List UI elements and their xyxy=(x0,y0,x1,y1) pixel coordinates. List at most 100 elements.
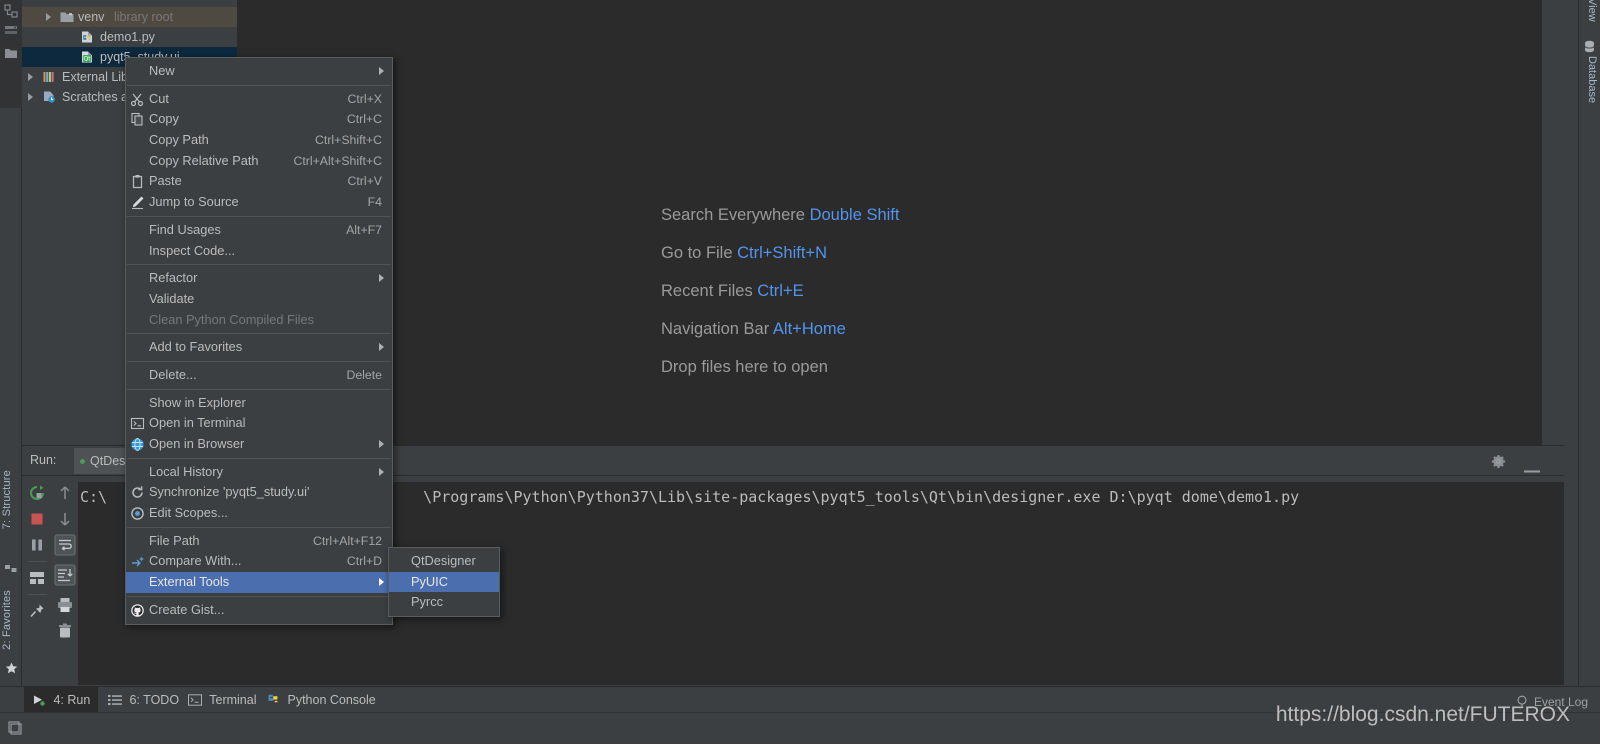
soft-wrap-button[interactable] xyxy=(52,532,79,562)
menu-item-show-in-explorer[interactable]: Show in Explorer xyxy=(126,393,392,414)
menu-item-external-tools[interactable]: External Tools xyxy=(126,572,392,593)
pause-button[interactable] xyxy=(24,532,51,558)
menu-item-jump-to-source[interactable]: Jump to Source F4 xyxy=(126,192,392,213)
next-occurrence-button[interactable] xyxy=(52,506,79,532)
python-icon xyxy=(266,689,280,703)
print-button[interactable] xyxy=(52,592,79,618)
menu-item-open-in-terminal[interactable]: Open in Terminal xyxy=(126,413,392,434)
menu-item-refactor[interactable]: Refactor xyxy=(126,268,392,289)
menu-item-label: New xyxy=(149,63,175,78)
chevron-right-icon[interactable] xyxy=(28,93,33,101)
menu-item-shortcut: Alt+F7 xyxy=(346,222,382,237)
tip-action-label: Recent Files xyxy=(661,282,753,300)
menu-item-add-to-favorites[interactable]: Add to Favorites xyxy=(126,337,392,358)
menu-item-local-history[interactable]: Local History xyxy=(126,462,392,483)
chevron-right-icon[interactable] xyxy=(46,13,51,21)
menu-item-label: Synchronize 'pyqt5_study.ui' xyxy=(149,484,310,500)
menu-item-open-in-browser[interactable]: Open in Browser xyxy=(126,434,392,455)
menu-item-shortcut: Ctrl+V xyxy=(347,174,382,189)
sidebar-item-view[interactable]: View xyxy=(1586,0,1598,22)
sidebar-item-structure[interactable]: 7: Structure xyxy=(1,470,13,529)
menu-item-label: Find Usages xyxy=(149,221,221,237)
folder-icon xyxy=(60,10,74,24)
menu-item-delete[interactable]: Delete... Delete xyxy=(126,365,392,386)
menu-item-shortcut: Ctrl+Alt+F12 xyxy=(312,533,382,548)
module-icon[interactable] xyxy=(4,24,18,38)
menu-item-synchronize[interactable]: Synchronize 'pyqt5_study.ui' xyxy=(126,482,392,503)
rerun-button[interactable] xyxy=(24,480,51,506)
run-toolbar-col-right xyxy=(52,480,79,644)
menu-item-copy[interactable]: Copy Ctrl+C xyxy=(126,109,392,130)
sidebar-item-structure-label: 7: Structure xyxy=(1,470,13,530)
status-bar: Event Log https://blog.csdn.net/FUTEROX xyxy=(0,695,1600,744)
menu-item-copy-relative-path[interactable]: Copy Relative Path Ctrl+Alt+Shift+C xyxy=(126,151,392,172)
sidebar-item-database[interactable]: Database xyxy=(1586,56,1598,103)
menu-item-validate[interactable]: Validate xyxy=(126,289,392,310)
bottom-button-python-console[interactable]: Python Console xyxy=(258,687,384,713)
menu-separator xyxy=(127,84,391,86)
menu-item-label: Paste xyxy=(149,173,182,189)
bottom-button-todo[interactable]: 6: TODO xyxy=(100,687,187,713)
layout-toggle-icon[interactable] xyxy=(8,721,23,736)
menu-item-inspect-code[interactable]: Inspect Code... xyxy=(126,241,392,262)
compare-icon xyxy=(130,554,145,569)
file-context-menu[interactable]: New Cut Ctrl+X Copy Ctrl+C Copy Path Ctr… xyxy=(125,57,393,625)
scroll-to-end-button[interactable] xyxy=(52,562,79,592)
gear-icon[interactable] xyxy=(1491,454,1506,474)
menu-item-paste[interactable]: Paste Ctrl+V xyxy=(126,171,392,192)
terminal-icon xyxy=(130,416,145,431)
run-toolbar xyxy=(22,476,78,686)
folder-icon[interactable] xyxy=(4,46,18,60)
menu-item-compare-with[interactable]: Compare With... Ctrl+D xyxy=(126,551,392,572)
submenu-item-pyuic[interactable]: PyUIC xyxy=(389,571,499,593)
menu-item-new[interactable]: New xyxy=(126,61,392,82)
chevron-right-icon xyxy=(379,274,384,283)
menu-item-label: Local History xyxy=(149,463,223,479)
menu-separator xyxy=(127,333,391,335)
menu-item-create-gist[interactable]: Create Gist... xyxy=(126,600,392,621)
svg-text:Qt: Qt xyxy=(84,56,92,63)
github-icon xyxy=(130,603,145,618)
scopes-icon xyxy=(130,506,145,521)
tree-row-demo1[interactable]: demo1.py xyxy=(22,27,237,47)
tip-shortcut-label: Ctrl+E xyxy=(757,282,804,300)
terminal-icon xyxy=(188,689,202,706)
menu-item-file-path[interactable]: File Path Ctrl+Alt+F12 xyxy=(126,531,392,552)
menu-item-cut[interactable]: Cut Ctrl+X xyxy=(126,89,392,110)
stop-button[interactable] xyxy=(24,506,51,532)
bottom-button-terminal[interactable]: Terminal xyxy=(180,687,265,713)
tree-label-external-libraries: External Lib xyxy=(62,70,129,84)
menu-item-label: Edit Scopes... xyxy=(149,505,228,521)
pencil-icon xyxy=(130,195,145,210)
tree-row[interactable] xyxy=(22,0,237,7)
submenu-item-qtdesigner[interactable]: QtDesigner xyxy=(389,551,499,572)
menu-item-edit-scopes[interactable]: Edit Scopes... xyxy=(126,503,392,524)
menu-item-label: Show in Explorer xyxy=(149,394,246,410)
project-structure-icon[interactable] xyxy=(4,4,18,18)
menu-item-label: Open in Browser xyxy=(149,436,245,451)
menu-separator xyxy=(127,360,391,362)
qt-ui-file-icon: Qt xyxy=(80,50,94,64)
chevron-right-icon[interactable] xyxy=(28,73,33,81)
tip-action-label: Drop files here to open xyxy=(661,358,828,376)
external-tools-submenu[interactable]: QtDesigner PyUIC Pyrcc xyxy=(388,547,500,618)
prev-occurrence-button[interactable] xyxy=(52,480,79,506)
menu-item-copy-path[interactable]: Copy Path Ctrl+Shift+C xyxy=(126,130,392,151)
menu-item-shortcut: Ctrl+D xyxy=(346,554,382,569)
clear-all-button[interactable] xyxy=(52,618,79,644)
menu-item-find-usages[interactable]: Find Usages Alt+F7 xyxy=(126,220,392,241)
toolbar-separator xyxy=(28,561,47,562)
sidebar-item-favorites[interactable]: 2: Favorites xyxy=(1,590,13,650)
pin-button[interactable] xyxy=(24,598,51,624)
tip-action-label: Navigation Bar xyxy=(661,320,770,338)
bottom-button-run[interactable]: 4: Run xyxy=(24,687,99,713)
run-icon xyxy=(32,689,46,706)
submenu-item-pyrcc[interactable]: Pyrcc xyxy=(389,592,499,613)
layout-button[interactable] xyxy=(24,565,51,591)
menu-separator xyxy=(127,215,391,217)
menu-separator xyxy=(127,595,391,597)
tree-row-venv[interactable]: venv library root xyxy=(22,7,237,27)
menu-item-label: Copy xyxy=(149,111,179,127)
menu-item-shortcut: Ctrl+Alt+Shift+C xyxy=(293,153,382,168)
bottom-button-terminal-label: Terminal xyxy=(209,693,257,707)
